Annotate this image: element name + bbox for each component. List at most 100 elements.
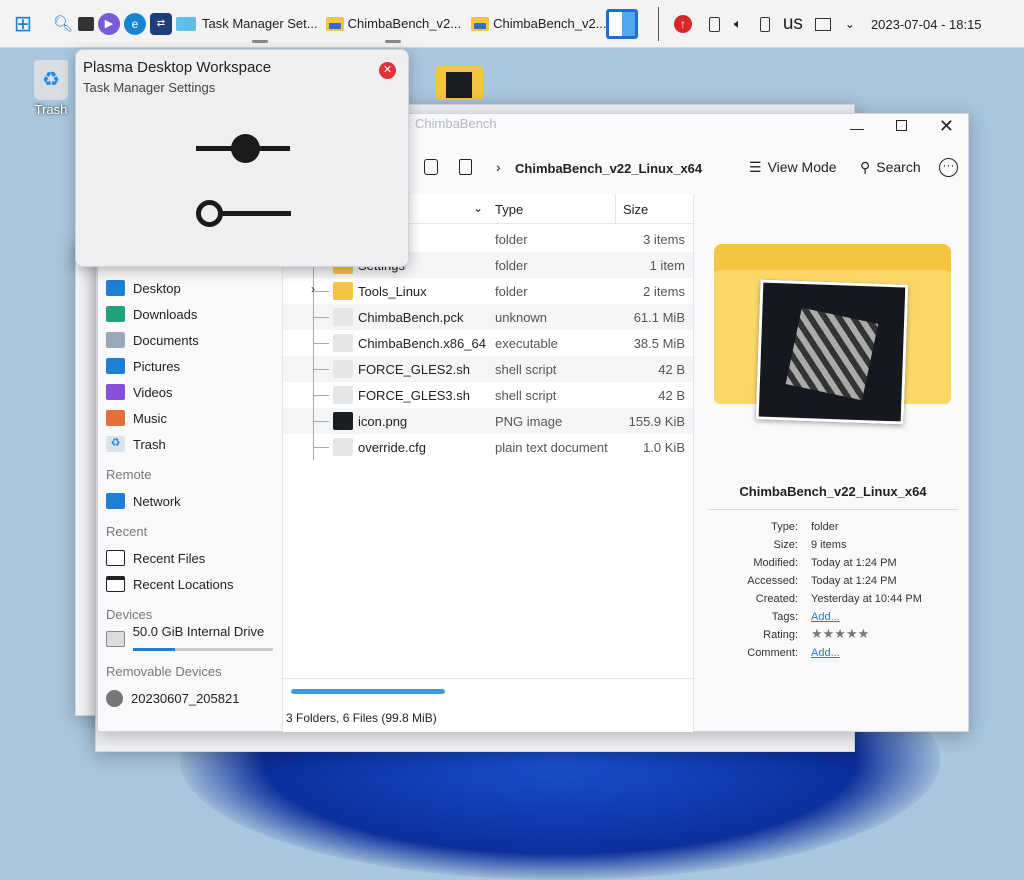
information-panel: ChimbaBench_v22_Linux_x64 Type: folder Siz… — [698, 194, 968, 732]
column-type[interactable]: Type — [495, 202, 523, 217]
sidebar-item-downloads[interactable]: Downloads — [106, 302, 276, 326]
task-label: Task Manager Set... — [202, 16, 318, 31]
store-icon[interactable]: ⇄ — [150, 12, 172, 35]
sort-chevron-icon[interactable]: ⌄ — [473, 201, 483, 215]
file-type: unknown — [495, 309, 548, 325]
folder-preview-icon — [714, 244, 951, 425]
file-row[interactable]: override.cfg plain text document 1.0 KiB — [283, 434, 693, 460]
file-row[interactable]: FORCE_GLES2.sh shell script 42 B — [283, 356, 693, 382]
file-size: 2 items — [643, 283, 685, 299]
add-link[interactable]: Add... — [811, 647, 840, 659]
browser-icon[interactable]: e — [124, 12, 146, 35]
sidebar-item-network[interactable]: Network — [106, 489, 276, 513]
rating-stars[interactable]: ★★★★★ — [811, 626, 869, 642]
expand-chevron-icon[interactable]: › — [311, 282, 315, 296]
video-call-icon[interactable]: ▶ — [98, 12, 120, 35]
progress-bar — [291, 689, 571, 694]
view-mode-label: View Mode — [767, 159, 837, 175]
drive-usage-fill — [133, 648, 175, 651]
start-menu-icon[interactable]: ⊞ — [12, 11, 34, 36]
column-size[interactable]: Size — [623, 202, 648, 217]
sidebar-item-desktop[interactable]: Desktop — [106, 276, 276, 300]
clock[interactable]: 2023-07-04 - 18:15 — [871, 17, 982, 32]
slider-knob-hollow-icon — [196, 200, 223, 227]
sidebar-label: Music — [133, 410, 167, 426]
add-link[interactable]: Add... — [811, 611, 840, 623]
sidebar-label: Recent Locations — [133, 576, 234, 592]
task-dolphin-2[interactable]: ChimbaBench_v2... — [471, 16, 607, 31]
network-icon[interactable] — [814, 17, 831, 31]
update-icon[interactable]: ↑ — [674, 15, 692, 33]
folder-icon — [471, 16, 490, 31]
folder-icon — [325, 16, 344, 31]
sidebar-item-videos[interactable]: Videos — [106, 380, 276, 404]
paste-icon[interactable] — [459, 159, 472, 175]
sidebar-label: Documents — [133, 332, 199, 348]
file-row[interactable]: ChimbaBench.x86_64 executable 38.5 MiB — [283, 330, 693, 356]
section-header-remote: Remote — [106, 467, 152, 482]
view-mode-button[interactable]: ☰ View Mode — [749, 159, 837, 176]
desktop-folder-icon[interactable] — [436, 66, 483, 100]
breadcrumb-chevron-icon: › — [496, 159, 501, 175]
info-label: Accessed: — [747, 575, 798, 587]
file-name: override.cfg — [358, 439, 426, 455]
sidebar-label: Network — [133, 493, 181, 509]
image-thumbnail-icon — [333, 412, 353, 430]
drive-icon — [106, 631, 125, 647]
sidebar-label: 20230607_205821 — [131, 690, 240, 706]
usb-device-icon[interactable] — [759, 16, 770, 32]
sidebar-item-music[interactable]: Music — [106, 406, 276, 430]
trash-icon: ♻ — [106, 436, 125, 452]
minimize-button[interactable]: — — [850, 120, 864, 136]
volume-icon[interactable]: 🔈︎ — [734, 16, 742, 32]
sidebar-item-removable[interactable]: 20230607_205821 — [106, 686, 276, 710]
sidebar-label: Downloads — [133, 306, 198, 322]
videos-folder-icon — [106, 384, 125, 400]
maximize-button[interactable] — [896, 120, 907, 131]
sidebar-item-trash[interactable]: ♻ Trash — [106, 432, 276, 456]
chevron-down-icon[interactable]: ⌄ — [845, 17, 855, 31]
menu-icon[interactable]: ··· — [939, 158, 958, 177]
search-icon[interactable]: 🔍︎ — [52, 13, 74, 35]
pager-icon[interactable] — [606, 9, 638, 39]
file-row[interactable]: ChimbaBench.pck unknown 61.1 MiB — [283, 304, 693, 330]
sidebar-label: Recent Files — [133, 550, 206, 566]
back-window-title: ChimbaBench — [415, 116, 497, 131]
section-header-devices: Devices — [106, 607, 153, 622]
file-row[interactable]: icon.png PNG image 155.9 KiB — [283, 408, 693, 434]
info-label: Size: — [773, 539, 798, 551]
sidebar-label: Pictures — [133, 358, 180, 374]
sidebar-item-recent-locations[interactable]: Recent Locations — [106, 572, 276, 596]
file-name: FORCE_GLES2.sh — [358, 361, 470, 377]
breadcrumb[interactable]: ChimbaBench_v22_Linux_x64 — [515, 161, 702, 176]
documents-folder-icon — [106, 332, 125, 348]
section-header-recent: Recent — [106, 524, 148, 539]
terminal-icon[interactable] — [78, 16, 94, 31]
pictures-folder-icon — [106, 358, 125, 374]
desktop-trash[interactable]: ♻ Trash — [30, 60, 72, 117]
file-size: 155.9 KiB — [628, 413, 685, 429]
file-row[interactable]: FORCE_GLES3.sh shell script 42 B — [283, 382, 693, 408]
sidebar-item-recent-files[interactable]: Recent Files — [106, 546, 276, 570]
sidebar-item-documents[interactable]: Documents — [106, 328, 276, 352]
sidebar-label: Trash — [133, 436, 166, 452]
task-dolphin-1[interactable]: ChimbaBench_v2... — [325, 16, 461, 43]
section-header-removable: Removable Devices — [106, 664, 222, 679]
keyboard-layout[interactable]: us — [783, 13, 803, 35]
info-value: 9 items — [811, 539, 847, 551]
downloads-folder-icon — [106, 306, 125, 322]
info-value: Today at 1:24 PM — [811, 557, 897, 569]
popup-close-button[interactable]: ✕ — [379, 62, 396, 79]
popup-title: Plasma Desktop Workspace — [83, 59, 272, 76]
task-task-manager-settings[interactable]: Task Manager Set... — [202, 16, 318, 43]
file-row[interactable]: › Tools_Linux folder 2 items — [283, 278, 693, 304]
search-button[interactable]: ⚲ Search — [860, 159, 921, 176]
close-button[interactable]: ✕ — [939, 116, 954, 137]
copy-icon[interactable] — [424, 159, 438, 175]
monitor-icon[interactable] — [176, 16, 196, 31]
file-name: icon.png — [358, 413, 408, 429]
file-view: ⌄ Type Size folder3 itemsSettingsfolder1… — [282, 194, 694, 732]
clipboard-icon[interactable] — [709, 16, 720, 32]
file-type: PNG image — [495, 413, 563, 429]
sidebar-item-pictures[interactable]: Pictures — [106, 354, 276, 378]
